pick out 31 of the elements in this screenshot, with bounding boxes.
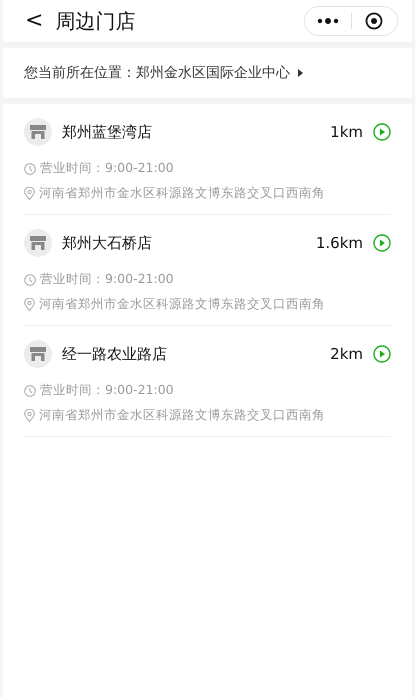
shop-icon bbox=[30, 236, 46, 250]
store-hours: 营业时间：9:00-21:00 bbox=[40, 160, 174, 177]
location-pin-icon bbox=[24, 187, 35, 200]
store-address: 河南省郑州市金水区科源路文博东路交叉口西南角 bbox=[39, 407, 325, 424]
close-icon[interactable] bbox=[365, 12, 384, 30]
navigate-icon[interactable] bbox=[373, 234, 391, 252]
store-name[interactable]: 郑州蓝堡湾店 bbox=[62, 122, 330, 142]
store-hours: 营业时间：9:00-21:00 bbox=[40, 271, 174, 288]
more-icon[interactable] bbox=[316, 18, 339, 24]
clock-icon bbox=[24, 384, 36, 396]
store-distance: 1km bbox=[330, 123, 363, 141]
shop-icon bbox=[30, 125, 46, 139]
location-label: 您当前所在位置： bbox=[24, 64, 136, 82]
clock-icon bbox=[24, 274, 36, 286]
location-link[interactable]: 郑州金水区国际企业中心 bbox=[136, 64, 290, 82]
store-name[interactable]: 郑州大石桥店 bbox=[62, 234, 316, 252]
store-address: 河南省郑州市金水区科源路文博东路交叉口西南角 bbox=[39, 296, 325, 313]
store-distance: 2km bbox=[330, 345, 363, 363]
shop-icon bbox=[30, 347, 46, 361]
clock-icon bbox=[24, 162, 36, 174]
navigate-icon[interactable] bbox=[373, 345, 391, 363]
caret-icon[interactable] bbox=[298, 69, 303, 77]
navigate-icon[interactable] bbox=[373, 123, 391, 141]
location-pin-icon bbox=[24, 298, 35, 311]
back-button[interactable]: < bbox=[25, 10, 44, 32]
store-address: 河南省郑州市金水区科源路文博东路交叉口西南角 bbox=[39, 185, 325, 202]
page-title: 周边门店 bbox=[55, 8, 136, 34]
store-distance: 1.6km bbox=[316, 234, 363, 252]
location-pin-icon bbox=[24, 409, 35, 422]
store-hours: 营业时间：9:00-21:00 bbox=[40, 382, 174, 399]
store-name[interactable]: 经一路农业路店 bbox=[62, 344, 330, 364]
